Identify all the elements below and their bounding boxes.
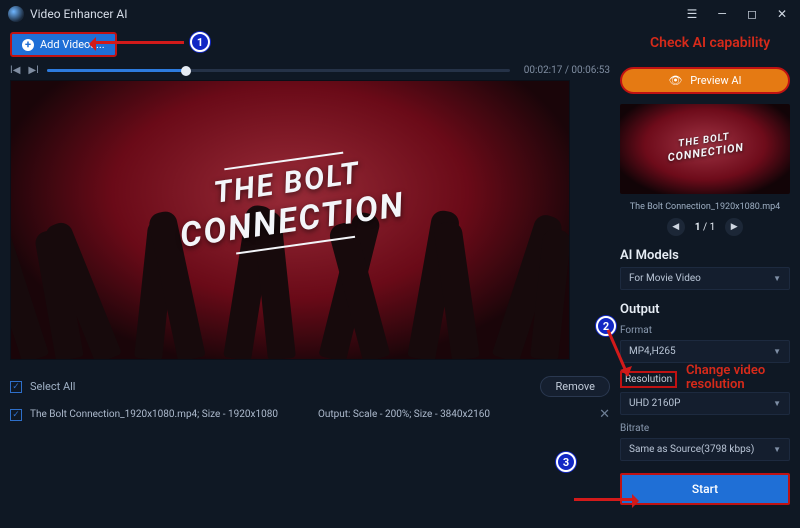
chevron-down-icon: ▼ xyxy=(773,445,781,454)
close-button[interactable]: ✕ xyxy=(772,7,792,21)
select-all-checkbox[interactable]: ✓ xyxy=(10,381,22,393)
row-checkbox[interactable]: ✓ xyxy=(10,409,22,421)
chevron-down-icon: ▼ xyxy=(773,399,781,408)
chevron-down-icon: ▼ xyxy=(773,347,781,356)
video-preview: THE BOLT CONNECTION xyxy=(10,80,570,360)
select-all-label: Select All xyxy=(30,380,75,393)
titlebar: Video Enhancer AI ☰ — ◻ ✕ xyxy=(0,0,800,28)
next-frame-button[interactable]: ▶I xyxy=(28,65,38,76)
maximize-button[interactable]: ◻ xyxy=(742,7,762,21)
bitrate-label: Bitrate xyxy=(620,423,790,434)
video-list-row[interactable]: ✓ The Bolt Connection_1920x1080.mp4; Siz… xyxy=(10,407,610,422)
progress-slider[interactable] xyxy=(47,69,510,72)
app-title: Video Enhancer AI xyxy=(30,7,128,21)
ai-model-value: For Movie Video xyxy=(629,273,701,284)
minimize-button[interactable]: — xyxy=(712,7,732,21)
chevron-down-icon: ▼ xyxy=(773,274,781,283)
format-value: MP4,H265 xyxy=(629,346,676,357)
app-logo-icon xyxy=(8,6,24,22)
ai-model-select[interactable]: For Movie Video ▼ xyxy=(620,267,790,290)
add-videos-button[interactable]: + Add Videos... xyxy=(10,32,117,57)
add-videos-label: Add Videos... xyxy=(40,38,105,51)
start-button[interactable]: Start xyxy=(620,473,790,505)
bitrate-value: Same as Source(3798 kbps) xyxy=(629,444,754,455)
thumbnail-pager: ◀ 1 / 1 ▶ xyxy=(620,218,790,236)
row-remove-icon[interactable]: ✕ xyxy=(599,407,610,422)
resolution-select[interactable]: UHD 2160P ▼ xyxy=(620,392,790,415)
resolution-value: UHD 2160P xyxy=(629,398,680,409)
toolbar: + Add Videos... xyxy=(0,28,800,59)
pager-position: 1 / 1 xyxy=(695,222,715,233)
prev-frame-button[interactable]: I◀ xyxy=(10,65,20,76)
transport-controls: I◀ ▶I 00:02:17 / 00:06:53 xyxy=(10,65,610,76)
output-thumbnail: THE BOLT CONNECTION xyxy=(620,104,790,194)
thumbnail-filename: The Bolt Connection_1920x1080.mp4 xyxy=(620,202,790,212)
plus-icon: + xyxy=(22,39,34,51)
pager-next-button[interactable]: ▶ xyxy=(725,218,743,236)
bitrate-select[interactable]: Same as Source(3798 kbps) ▼ xyxy=(620,438,790,461)
time-display: 00:02:17 / 00:06:53 xyxy=(524,65,610,76)
format-label: Format xyxy=(620,325,790,336)
ai-models-heading: AI Models xyxy=(620,248,790,263)
output-heading: Output xyxy=(620,302,790,317)
resolution-label: Resolution xyxy=(620,371,677,388)
pager-prev-button[interactable]: ◀ xyxy=(667,218,685,236)
settings-icon[interactable]: ☰ xyxy=(682,7,702,21)
row-output: Output: Scale - 200%; Size - 3840x2160 xyxy=(318,409,490,420)
preview-ai-button[interactable]: Preview AI xyxy=(620,67,790,94)
format-select[interactable]: MP4,H265 ▼ xyxy=(620,340,790,363)
right-panel: Preview AI THE BOLT CONNECTION The Bolt … xyxy=(620,59,790,505)
row-filename: The Bolt Connection_1920x1080.mp4; Size … xyxy=(30,409,278,420)
remove-button[interactable]: Remove xyxy=(540,376,610,397)
